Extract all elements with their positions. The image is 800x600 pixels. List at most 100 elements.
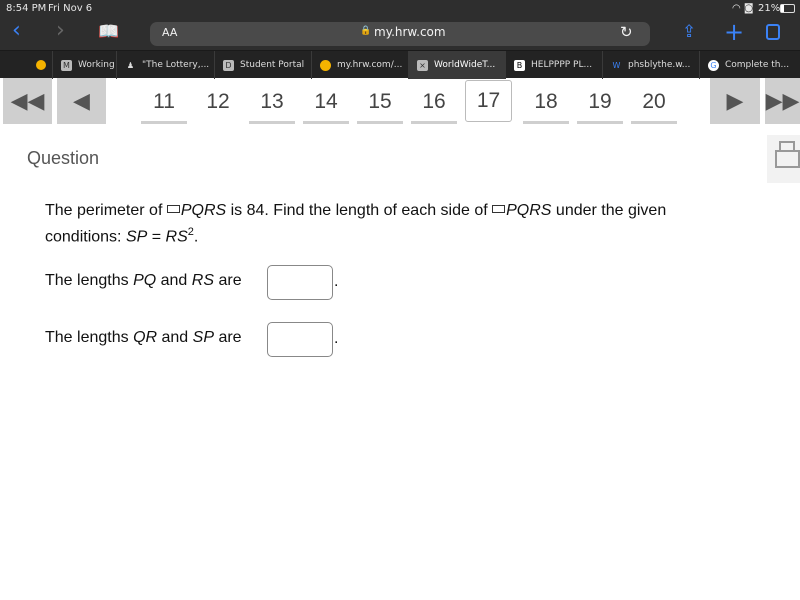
tab-label: phsblythe.w... bbox=[628, 60, 691, 70]
page-number: 17 bbox=[476, 89, 501, 112]
printer-icon bbox=[779, 141, 795, 150]
tab-hrw[interactable]: my.hrw.com/... bbox=[311, 51, 408, 79]
text: and bbox=[156, 272, 192, 289]
d-icon: D bbox=[223, 59, 234, 71]
question-text: The perimeter of PQRS is 84. Find the le… bbox=[45, 202, 765, 220]
page-13[interactable]: 13 bbox=[249, 86, 295, 124]
bookmarks-icon[interactable]: 📖 bbox=[98, 22, 119, 42]
prompt-qr-sp: The lengths QR and SP are bbox=[45, 329, 242, 347]
back-icon[interactable]: ‹ bbox=[12, 18, 21, 43]
page-11[interactable]: 11 bbox=[141, 86, 187, 124]
page-19[interactable]: 19 bbox=[577, 86, 623, 124]
text: The lengths bbox=[45, 272, 134, 289]
parallelogram-icon bbox=[166, 205, 180, 213]
question-heading: Question bbox=[27, 148, 100, 168]
battery-level: 21% bbox=[758, 3, 781, 14]
text: The lengths bbox=[45, 329, 134, 346]
wifi-icon: ◠ ◙ bbox=[732, 3, 754, 14]
answer-pq-rs-input[interactable] bbox=[267, 265, 333, 300]
text: under the given bbox=[551, 202, 667, 219]
var-sp: SP bbox=[125, 228, 148, 246]
prev-page-button[interactable]: ◀ bbox=[57, 78, 106, 124]
tab-label: Working bbox=[78, 60, 115, 70]
battery-icon bbox=[780, 4, 795, 13]
text: conditions: bbox=[45, 228, 126, 246]
text: The perimeter of bbox=[45, 202, 167, 219]
page-number: 12 bbox=[206, 90, 230, 113]
first-page-button[interactable]: ◀◀ bbox=[3, 78, 52, 124]
tab-phsblythe[interactable]: Wphsblythe.w... bbox=[602, 51, 699, 79]
forward-icon[interactable]: › bbox=[56, 18, 65, 43]
period: . bbox=[334, 273, 339, 290]
tab-label: my.hrw.com/... bbox=[337, 60, 403, 70]
period: . bbox=[334, 330, 339, 347]
var-rs: RS bbox=[165, 228, 188, 246]
tab-complete[interactable]: G Complete th... bbox=[699, 51, 800, 79]
tab-label: "The Lottery,... bbox=[142, 60, 210, 70]
page-number: 20 bbox=[642, 90, 666, 113]
prompt-pq-rs: The lengths PQ and RS are bbox=[45, 272, 242, 290]
tab-student-portal[interactable]: D Student Portal bbox=[214, 51, 311, 79]
tab-lottery[interactable]: ♟ "The Lottery,... bbox=[116, 51, 214, 79]
page-number: 19 bbox=[588, 90, 612, 113]
var-qr: QR bbox=[133, 329, 158, 346]
figure-icon: ♟ bbox=[126, 60, 135, 70]
m-icon: M bbox=[61, 59, 72, 71]
browser-toolbar: ‹ › 📖 AA 🔒 my.hrw.com ↻ ⇪ + bbox=[0, 18, 800, 50]
tab-worldwidet[interactable]: × WorldWideT... bbox=[408, 51, 505, 79]
lock-icon: 🔒 bbox=[360, 26, 372, 36]
text: and bbox=[157, 329, 193, 346]
page-number: 14 bbox=[314, 90, 338, 113]
tab-working[interactable]: M Working bbox=[52, 51, 116, 79]
page-12[interactable]: 12 bbox=[195, 86, 241, 118]
page-18[interactable]: 18 bbox=[523, 86, 569, 124]
tab-label: HELPPPP PL... bbox=[531, 60, 593, 70]
tab-label: Student Portal bbox=[240, 60, 305, 70]
text: are bbox=[214, 272, 242, 289]
equals: = bbox=[147, 228, 166, 246]
new-tab-icon[interactable]: + bbox=[724, 18, 744, 46]
printer-body bbox=[775, 150, 800, 168]
page-17-current[interactable]: 17 bbox=[465, 80, 512, 122]
last-page-button[interactable]: ▶▶ bbox=[765, 78, 800, 124]
address-bar[interactable]: AA 🔒 my.hrw.com ↻ bbox=[150, 22, 650, 46]
question-conditions: conditions: SP = RS2. bbox=[45, 226, 198, 246]
print-button[interactable] bbox=[767, 135, 800, 183]
page-number: 11 bbox=[153, 90, 175, 113]
w-icon: W bbox=[612, 60, 621, 70]
var-rs: RS bbox=[191, 272, 215, 289]
status-date: Fri Nov 6 bbox=[48, 3, 93, 14]
var-pq: PQ bbox=[133, 272, 157, 289]
tab-bar: M Working ♟ "The Lottery,... D Student Port… bbox=[0, 50, 800, 79]
tabs-overview-icon[interactable] bbox=[766, 24, 780, 40]
page-number: 15 bbox=[368, 90, 392, 113]
page-15[interactable]: 15 bbox=[357, 86, 403, 124]
brainly-icon: B bbox=[514, 59, 525, 71]
tab-helpppp[interactable]: B HELPPPP PL... bbox=[505, 51, 602, 79]
page-14[interactable]: 14 bbox=[303, 86, 349, 124]
text: . bbox=[193, 228, 199, 246]
orange-dot-icon bbox=[320, 59, 331, 71]
google-icon: G bbox=[708, 59, 719, 71]
close-icon[interactable]: × bbox=[417, 59, 428, 71]
status-bar: 8:54 PM Fri Nov 6 ◠ ◙ 21% bbox=[0, 0, 800, 18]
status-time: 8:54 PM bbox=[6, 3, 47, 14]
answer-qr-sp-input[interactable] bbox=[267, 322, 333, 357]
share-icon[interactable]: ⇪ bbox=[682, 22, 696, 42]
tab-dot-icon bbox=[36, 60, 46, 70]
page-number: 18 bbox=[534, 90, 558, 113]
url-text: my.hrw.com bbox=[374, 25, 446, 39]
page-20[interactable]: 20 bbox=[631, 86, 677, 124]
next-page-button[interactable]: ▶ bbox=[710, 78, 760, 124]
page-16[interactable]: 16 bbox=[411, 86, 457, 124]
parallelogram-icon bbox=[492, 205, 506, 213]
var-sp: SP bbox=[192, 329, 214, 346]
tab-label: Complete th... bbox=[725, 60, 790, 70]
shape-name: PQRS bbox=[506, 202, 552, 219]
text: are bbox=[214, 329, 242, 346]
tab-label: WorldWideT... bbox=[434, 60, 496, 70]
reload-icon[interactable]: ↻ bbox=[620, 23, 633, 41]
text: is 84. Find the length of each side of bbox=[226, 202, 493, 219]
page-number: 16 bbox=[422, 90, 446, 113]
text-size-button[interactable]: AA bbox=[162, 26, 177, 39]
